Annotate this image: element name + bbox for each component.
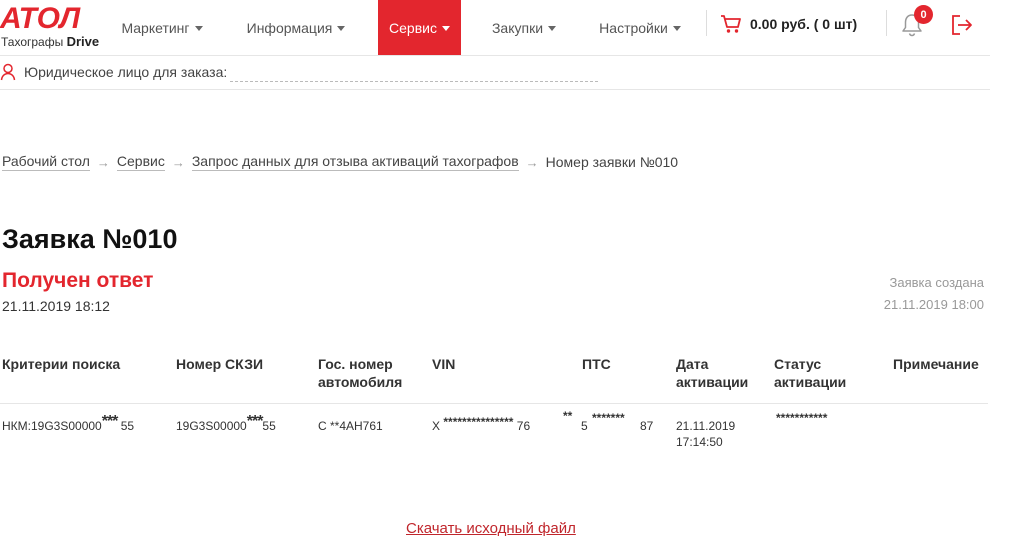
cell-pts: ** 5 ******* 87	[563, 409, 653, 434]
legal-entity-label: Юридическое лицо для заказа:	[24, 64, 228, 80]
cell-activation-date: 21.11.2019 17:14:50	[676, 418, 735, 450]
atol-logo[interactable]: АТОЛ Тахографы Drive	[0, 2, 100, 52]
cell-skzi: 19G3S00000***55	[176, 414, 276, 434]
skzi-prefix: 19G3S00000	[176, 419, 247, 433]
user-icon	[0, 63, 16, 81]
pts-mid: 5	[581, 419, 588, 433]
arrow-right-icon: →	[171, 154, 185, 170]
pts-mask-top: **	[563, 409, 573, 423]
nav-label: Информация	[246, 19, 333, 36]
cart-button[interactable]: 0.00 руб. ( 0 шт)	[720, 10, 857, 38]
breadcrumb-current: Номер заявки №010	[545, 154, 679, 170]
skzi-suffix: 55	[262, 419, 276, 433]
cell-criteria: НКМ:19G3S00000*** 55	[2, 414, 135, 434]
cell-activation-status: ***********	[776, 410, 827, 426]
criteria-prefix: НКМ:19G3S00000	[2, 419, 102, 433]
legal-entity-input[interactable]	[230, 62, 598, 82]
col-header-criteria: Критерии поиска	[2, 356, 121, 372]
vin-prefix: X	[432, 419, 441, 433]
col-header-activation-date: Дата активации	[676, 356, 749, 390]
chevron-down-icon	[441, 25, 450, 31]
pts-suffix: 87	[640, 419, 654, 433]
chevron-down-icon	[337, 25, 346, 31]
header-divider	[0, 55, 990, 56]
nav-label: Настройки	[599, 19, 668, 36]
table-header-divider	[0, 403, 988, 404]
vin-mask: ***************	[443, 415, 514, 429]
cart-icon	[721, 15, 741, 33]
logout-icon	[952, 15, 972, 35]
chevron-down-icon	[194, 25, 203, 31]
divider	[886, 10, 887, 36]
skzi-mask: ***	[246, 413, 264, 430]
breadcrumb-desktop[interactable]: Рабочий стол	[2, 153, 90, 171]
activation-time: 17:14:50	[676, 435, 723, 449]
chevron-down-icon	[672, 25, 681, 31]
col-header-vin: VIN	[432, 356, 456, 372]
nav-label: Маркетинг	[121, 19, 190, 36]
notification-count-badge: 0	[914, 5, 933, 24]
logo-sub-prefix: Тахографы	[1, 35, 64, 49]
legal-divider	[0, 89, 990, 90]
col-header-plate: Гос. номер автомобиля	[318, 356, 403, 390]
vin-suffix: 76	[516, 419, 531, 433]
legal-entity-row: Юридическое лицо для заказа:	[0, 62, 227, 82]
breadcrumb: Рабочий стол → Сервис → Запрос данных дл…	[2, 152, 678, 172]
nav-label: Закупки	[491, 19, 544, 36]
chevron-down-icon	[548, 25, 557, 31]
arrow-right-icon: →	[525, 154, 539, 170]
criteria-suffix: 55	[120, 419, 135, 433]
nav-purchases[interactable]: Закупки	[476, 0, 572, 55]
pts-mask: *******	[592, 411, 625, 425]
arrow-right-icon: →	[96, 154, 110, 170]
divider	[706, 10, 707, 36]
cell-vin: X *************** 76	[432, 415, 531, 434]
logout-button[interactable]	[950, 13, 974, 37]
criteria-mask: ***	[101, 413, 119, 430]
col-header-pts: ПТС	[582, 356, 611, 372]
cell-plate: С **4АН761	[318, 419, 383, 433]
activation-date: 21.11.2019	[676, 419, 736, 433]
status-date: 21.11.2019 18:12	[2, 298, 110, 314]
atol-logo-mark: АТОЛ	[0, 2, 82, 32]
download-source-file-link[interactable]: Скачать исходный файл	[406, 520, 576, 537]
nav-info[interactable]: Информация	[232, 0, 360, 55]
page-title: Заявка №010	[2, 224, 178, 254]
cart-summary: 0.00 руб. ( 0 шт)	[750, 16, 858, 32]
created-label: Заявка создана	[889, 275, 984, 290]
col-header-skzi: Номер СКЗИ	[176, 356, 264, 372]
nav-settings[interactable]: Настройки	[586, 0, 694, 55]
logo-sub-bold: Drive	[66, 34, 100, 49]
nav-label: Сервис	[389, 19, 437, 36]
breadcrumb-service[interactable]: Сервис	[116, 153, 165, 171]
top-header: АТОЛ Тахографы Drive Маркетинг Информаци…	[0, 0, 1024, 56]
nav-marketing[interactable]: Маркетинг	[106, 0, 218, 55]
request-status: Получен ответ	[2, 269, 154, 292]
nav-service[interactable]: Сервис	[378, 0, 461, 55]
col-header-activation-status: Статус активации	[774, 356, 847, 390]
breadcrumb-request-list[interactable]: Запрос данных для отзыва активаций тахог…	[191, 153, 519, 171]
col-header-note: Примечание	[893, 356, 979, 372]
created-date: 21.11.2019 18:00	[883, 297, 984, 312]
logo-text: АТОЛ	[0, 2, 82, 32]
logo-subtitle: Тахографы Drive	[1, 34, 99, 49]
activation-status: ***********	[776, 411, 828, 425]
